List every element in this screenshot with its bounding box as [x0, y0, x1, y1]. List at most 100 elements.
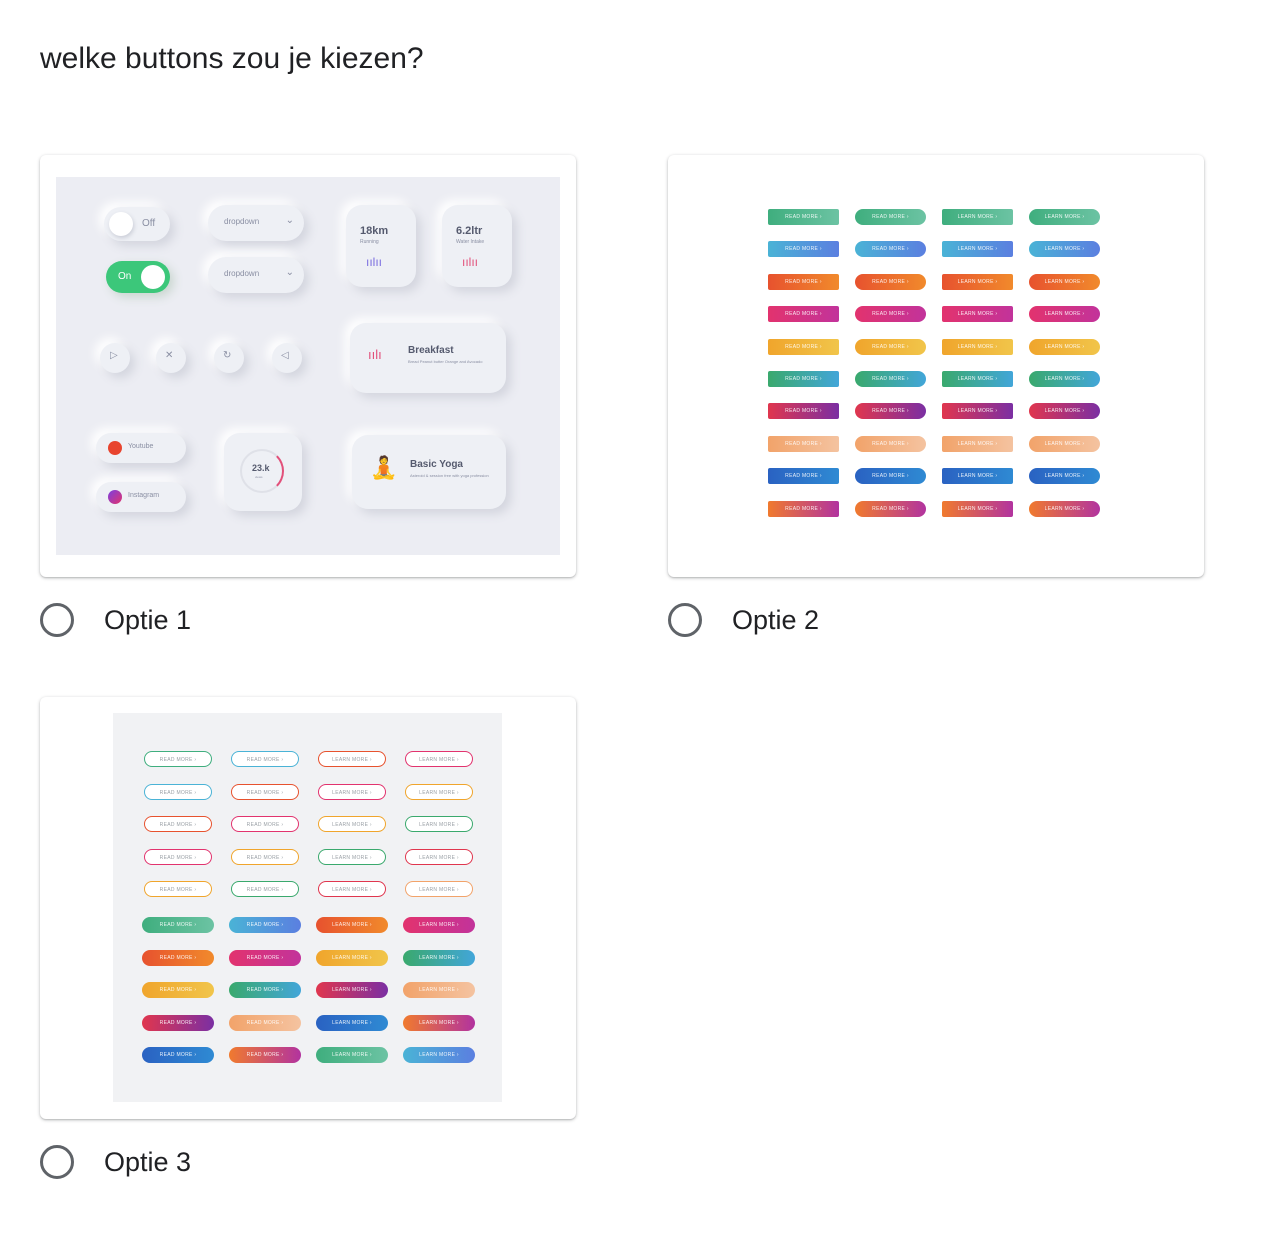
option-1[interactable]: Optie 1: [40, 603, 191, 637]
dropdown-sample-2: dropdown ⌄: [208, 257, 304, 293]
sample-button-pill: READ MORE ›: [855, 371, 926, 387]
sample-button-label: LEARN MORE ›: [1044, 311, 1085, 318]
sample-button-pill: READ MORE ›: [855, 338, 926, 355]
instagram-button-sample: Instagram: [96, 482, 186, 512]
sample-button-label: READ MORE ›: [159, 789, 197, 796]
sample-button-label: LEARN MORE ›: [957, 440, 998, 447]
sample-button-label: LEARN MORE ›: [1044, 214, 1085, 220]
toggle-off-sample: Off: [104, 207, 170, 241]
yoga-subtitle: Asteroid & session free with yoga profes…: [410, 473, 489, 478]
chevron-down-icon: ⌄: [285, 267, 294, 278]
sample-button-pill: LEARN MORE ›: [316, 1014, 388, 1031]
sample-button-label: READ MORE ›: [246, 757, 284, 763]
sample-button-pill: READ MORE ›: [855, 241, 926, 258]
sample-button-pill: LEARN MORE ›: [316, 1047, 388, 1064]
radio-button[interactable]: [40, 603, 74, 637]
sample-button-pill: LEARN MORE ›: [1029, 209, 1100, 225]
sample-button-label: LEARN MORE ›: [419, 757, 459, 763]
youtube-label: Youtube: [128, 443, 154, 450]
sample-button-pill: LEARN MORE ›: [318, 848, 386, 865]
sample-button-pill: LEARN MORE ›: [403, 949, 475, 966]
sample-button-label: LEARN MORE ›: [1044, 505, 1085, 512]
sample-button-label: READ MORE ›: [246, 1019, 284, 1026]
sample-button-pill: LEARN MORE ›: [1029, 500, 1100, 517]
radio-button[interactable]: [668, 603, 702, 637]
sample-button-label: READ MORE ›: [872, 246, 909, 253]
toggle-knob: [109, 212, 133, 236]
sample-button-pill: READ MORE ›: [768, 338, 839, 355]
radio-button[interactable]: [40, 1145, 74, 1179]
sample-button-label: LEARN MORE ›: [332, 789, 372, 796]
sample-button-label: READ MORE ›: [246, 887, 284, 894]
sample-button-label: READ MORE ›: [159, 954, 197, 961]
sample-button-pill: READ MORE ›: [231, 783, 299, 800]
sample-button-label: LEARN MORE ›: [957, 505, 998, 512]
option-2-image-card[interactable]: READ MORE › READ MORE › LEARN MORE › LEARN …: [668, 155, 1204, 577]
sample-button-label: READ MORE ›: [872, 473, 909, 480]
sample-button-label: READ MORE ›: [872, 376, 909, 382]
sample-button-label: READ MORE ›: [246, 1052, 284, 1059]
neumorphic-ui-kit-image: Off On dropdown ⌄ dropdown ⌄ 18km Runnin…: [56, 177, 560, 555]
sound-wave-icon: ıılıı: [462, 255, 479, 269]
option-label: Optie 3: [104, 1146, 192, 1177]
youtube-button-sample: Youtube: [96, 433, 186, 463]
stat-value: 6.2ltr: [456, 225, 483, 237]
sample-button-label: LEARN MORE ›: [1044, 376, 1085, 382]
breakfast-subtitle: Bread Peanut butter Orange and Avocado: [408, 359, 483, 364]
chevron-down-icon: ⌄: [285, 215, 294, 226]
sample-button-label: READ MORE ›: [785, 376, 822, 382]
option-3-image-card[interactable]: READ MORE › READ MORE › LEARN MORE › LEARN …: [40, 697, 576, 1119]
option-label: Optie 1: [104, 604, 192, 635]
sample-button-pill: READ MORE ›: [768, 273, 839, 290]
sample-button-pill: READ MORE ›: [229, 949, 301, 966]
dial-value: 23.k: [252, 463, 270, 473]
sample-button-label: READ MORE ›: [872, 214, 909, 220]
sample-button-pill: LEARN MORE ›: [403, 1014, 475, 1031]
sample-button-label: READ MORE ›: [159, 922, 197, 928]
sample-button-pill: LEARN MORE ›: [1029, 468, 1100, 485]
sample-button-label: LEARN MORE ›: [957, 408, 998, 415]
option-3[interactable]: Optie 3: [40, 1145, 191, 1179]
sample-button-pill: READ MORE ›: [768, 468, 839, 485]
sample-button-pill: LEARN MORE ›: [405, 848, 473, 865]
sample-button-label: READ MORE ›: [159, 987, 197, 994]
play-icon: ▷: [100, 343, 130, 373]
sample-button-label: READ MORE ›: [785, 408, 822, 415]
sample-button-label: LEARN MORE ›: [332, 922, 372, 928]
sample-button-pill: LEARN MORE ›: [405, 816, 473, 833]
sample-button-pill: LEARN MORE ›: [318, 783, 386, 800]
sample-button-label: READ MORE ›: [872, 408, 909, 415]
stat-label: Water Intake: [456, 239, 485, 245]
sample-button-pill: LEARN MORE ›: [1029, 403, 1100, 420]
sample-button-label: LEARN MORE ›: [419, 922, 459, 928]
sample-button-label: READ MORE ›: [159, 1019, 197, 1026]
sample-button-pill: READ MORE ›: [229, 1014, 301, 1031]
sample-button-label: READ MORE ›: [785, 278, 822, 285]
sample-button-pill: READ MORE ›: [855, 403, 926, 420]
option-2[interactable]: Optie 2: [668, 603, 819, 637]
sample-button-pill: READ MORE ›: [144, 783, 212, 800]
sample-button-pill: LEARN MORE ›: [942, 500, 1013, 517]
sound-wave-icon: ıılıı: [366, 255, 383, 269]
sample-button-pill: READ MORE ›: [142, 949, 214, 966]
sample-button-label: LEARN MORE ›: [419, 1019, 459, 1026]
sample-button-pill: LEARN MORE ›: [942, 435, 1013, 452]
sample-button-pill: READ MORE ›: [768, 209, 839, 225]
sample-button-label: READ MORE ›: [246, 789, 284, 796]
sample-button-pill: READ MORE ›: [142, 1014, 214, 1031]
volume-icon: ◁: [272, 343, 302, 373]
sample-button-pill: LEARN MORE ›: [942, 241, 1013, 258]
option-1-image-card[interactable]: Off On dropdown ⌄ dropdown ⌄ 18km Runnin…: [40, 155, 576, 577]
sample-button-pill: READ MORE ›: [768, 241, 839, 258]
sample-button-label: LEARN MORE ›: [1044, 440, 1085, 447]
sample-button-pill: READ MORE ›: [229, 917, 301, 933]
sample-button-pill: LEARN MORE ›: [316, 949, 388, 966]
views-dial-card: 23.k views: [224, 433, 302, 511]
toggle-on-label: On: [118, 271, 132, 282]
dropdown-label: dropdown: [224, 269, 260, 278]
sound-wave-icon: ıılı: [368, 347, 382, 362]
sample-button-label: LEARN MORE ›: [1044, 343, 1085, 350]
sample-button-pill: LEARN MORE ›: [942, 468, 1013, 485]
stat-card-water: 6.2ltr Water Intake ıılıı: [442, 205, 512, 287]
sample-button-pill: LEARN MORE ›: [403, 1047, 475, 1064]
